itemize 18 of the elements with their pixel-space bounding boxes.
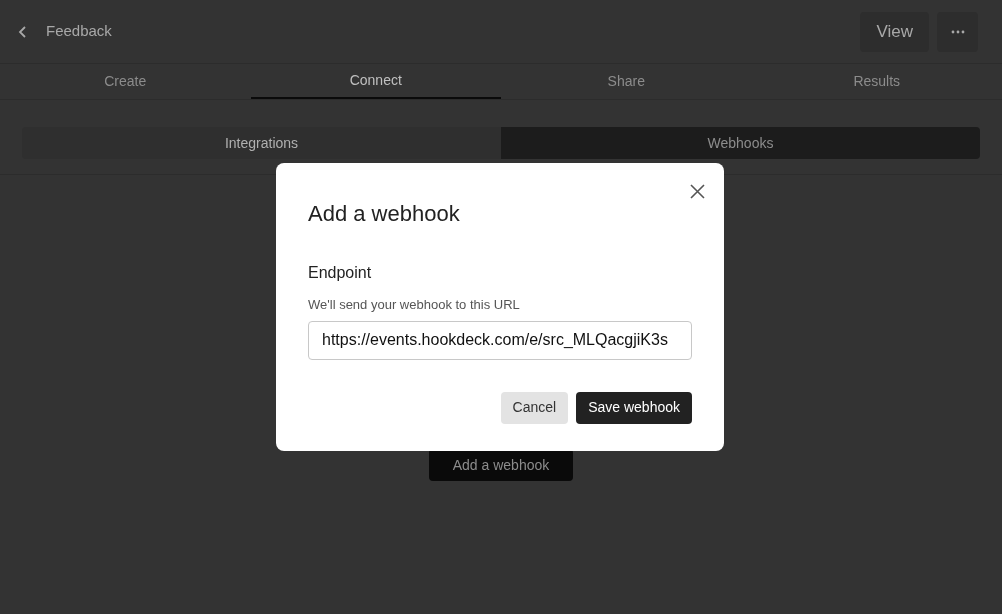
view-button[interactable]: View — [860, 11, 929, 52]
save-button[interactable]: Save webhook — [576, 391, 692, 424]
page-title: Feedback — [46, 21, 112, 42]
tab[interactable]: Share — [501, 64, 752, 99]
more-icon — [950, 29, 965, 34]
close-icon — [689, 183, 705, 199]
close-button[interactable] — [689, 183, 705, 199]
endpoint-field[interactable]: https://events.hookdeck.com/e/src_MLQacgjiK3s — [308, 320, 692, 360]
field-hint: We'll send your webhook to this URL — [308, 296, 521, 314]
dialog-title: Add a webhook — [308, 200, 461, 228]
cancel-button[interactable]: Cancel — [500, 391, 569, 424]
tab[interactable]: Connect — [250, 64, 501, 99]
tab[interactable]: Results — [751, 64, 1002, 99]
field-label: Endpoint — [308, 263, 373, 283]
segment-tab[interactable]: Integrations — [22, 127, 501, 159]
add-webhook-button[interactable]: Add a webhook — [428, 449, 574, 481]
tab[interactable]: Create — [0, 64, 251, 99]
segment-tab[interactable]: Webhooks — [501, 127, 980, 159]
